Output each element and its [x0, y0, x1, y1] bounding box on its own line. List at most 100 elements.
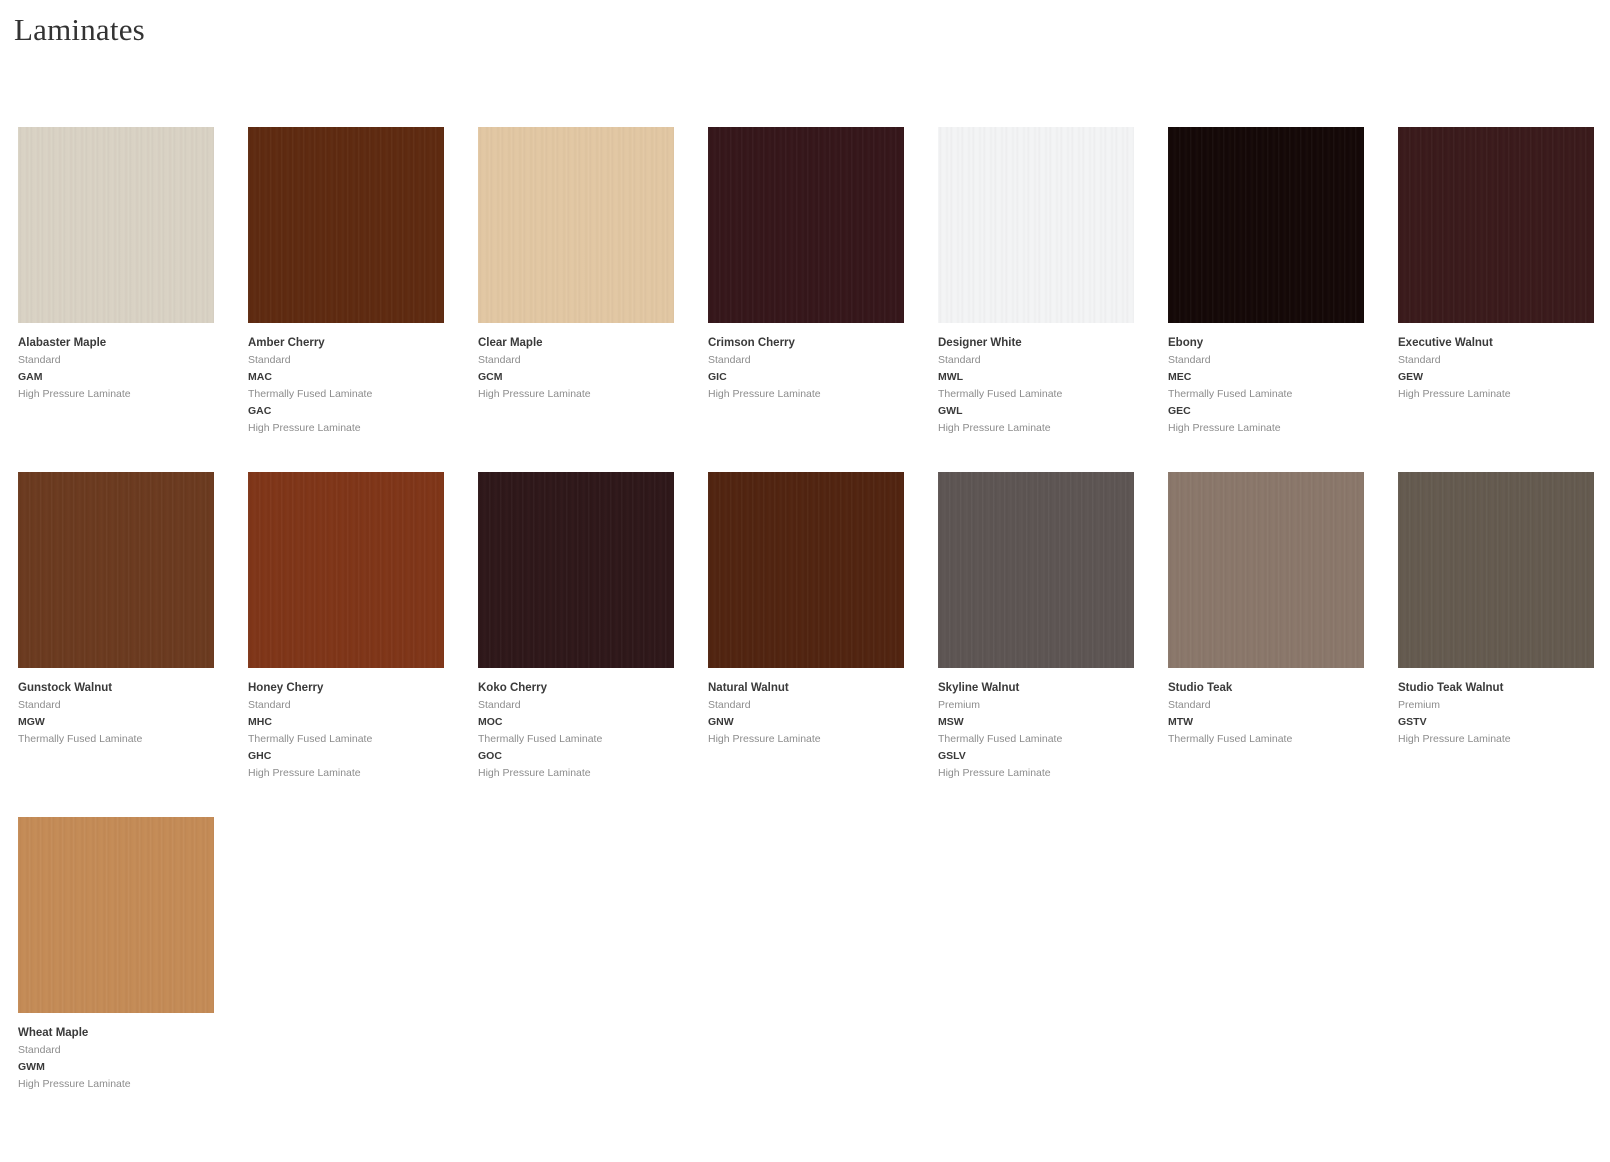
swatch-image[interactable]	[708, 127, 904, 323]
swatch-card[interactable]: Koko Cherry Standard MOC Thermally Fused La…	[478, 472, 674, 817]
swatch-image[interactable]	[1168, 127, 1364, 323]
swatch-image[interactable]	[1398, 472, 1594, 668]
swatch-code: MWL	[938, 371, 964, 383]
swatch-grade: Standard	[18, 1044, 61, 1056]
swatch-card[interactable]: Crimson Cherry Standard GIC High Pressure L…	[708, 127, 904, 472]
swatch-code: GAM	[18, 371, 43, 383]
swatch-laminate-type: Thermally Fused Laminate	[478, 733, 603, 745]
swatch-laminate-type: Thermally Fused Laminate	[938, 388, 1063, 400]
swatch-info: Amber Cherry Standard MAC Thermally Fused L…	[248, 336, 444, 435]
swatch-image[interactable]	[18, 127, 214, 323]
swatch-code: GHC	[248, 750, 272, 762]
swatch-code: GEC	[1168, 405, 1191, 417]
swatch-card[interactable]: Amber Cherry Standard MAC Thermally Fused L…	[248, 127, 444, 472]
swatch-code: GCM	[478, 371, 503, 383]
swatch-name: Amber Cherry	[248, 337, 325, 349]
swatch-grade: Standard	[248, 699, 291, 711]
swatch-name: Ebony	[1168, 337, 1204, 349]
swatch-image[interactable]	[18, 817, 214, 1013]
swatch-laminate-type: High Pressure Laminate	[18, 388, 131, 400]
swatch-grade: Standard	[938, 354, 981, 366]
swatch-grade: Standard	[1168, 699, 1211, 711]
swatch-laminate-type: High Pressure Laminate	[938, 767, 1051, 779]
swatch-image[interactable]	[478, 472, 674, 668]
swatch-image[interactable]	[938, 472, 1134, 668]
swatch-image[interactable]	[938, 127, 1134, 323]
swatch-name: Clear Maple	[478, 337, 543, 349]
swatch-card[interactable]: Natural Walnut Standard GNW High Pressure L…	[708, 472, 904, 817]
swatch-name: Gunstock Walnut	[18, 682, 113, 694]
swatch-laminate-type: Thermally Fused Laminate	[248, 388, 373, 400]
swatch-name: Koko Cherry	[478, 682, 548, 694]
swatch-code: GSLV	[938, 750, 966, 762]
swatch-image[interactable]	[708, 472, 904, 668]
swatch-grid: Alabaster Maple Standard GAM High Pressure …	[18, 127, 1594, 1162]
swatch-name: Skyline Walnut	[938, 682, 1020, 694]
swatch-card[interactable]: Designer White Standard MWL Thermally Fused…	[938, 127, 1134, 472]
swatch-name: Natural Walnut	[708, 682, 789, 694]
swatch-name: Executive Walnut	[1398, 337, 1493, 349]
swatch-code: GIC	[708, 371, 727, 383]
swatch-image[interactable]	[1398, 127, 1594, 323]
swatch-image[interactable]	[248, 127, 444, 323]
swatch-code: MTW	[1168, 716, 1194, 728]
swatch-image[interactable]	[18, 472, 214, 668]
swatch-code: MOC	[478, 716, 503, 728]
swatch-card[interactable]: Wheat Maple Standard GWM High Pressure Lami…	[18, 817, 214, 1162]
swatch-laminate-type: High Pressure Laminate	[1398, 388, 1511, 400]
swatch-grade: Standard	[1398, 354, 1441, 366]
swatch-card[interactable]: Ebony Standard MEC Thermally Fused Laminate…	[1168, 127, 1364, 472]
page-title: Laminates	[14, 12, 145, 47]
swatch-name: Designer White	[938, 337, 1022, 349]
swatch-card[interactable]: Honey Cherry Standard MHC Thermally Fused L…	[248, 472, 444, 817]
swatch-info: Designer White Standard MWL Thermally Fused…	[938, 336, 1134, 435]
swatch-code: GOC	[478, 750, 502, 762]
swatch-card[interactable]: Alabaster Maple Standard GAM High Pressure …	[18, 127, 214, 472]
swatch-grade: Standard	[248, 354, 291, 366]
swatch-grade: Standard	[708, 699, 751, 711]
swatch-laminate-type: Thermally Fused Laminate	[1168, 733, 1293, 745]
swatch-code: GWL	[938, 405, 963, 417]
swatch-laminate-type: Thermally Fused Laminate	[248, 733, 373, 745]
swatch-laminate-type: Thermally Fused Laminate	[938, 733, 1063, 745]
swatch-code: GWM	[18, 1061, 45, 1073]
swatch-info: Studio Teak Standard MTW Thermally Fused La…	[1168, 681, 1364, 746]
swatch-name: Alabaster Maple	[18, 337, 107, 349]
swatch-code: GAC	[248, 405, 272, 417]
swatch-name: Honey Cherry	[248, 682, 324, 694]
swatch-info: Skyline Walnut Premium MSW Thermally Fused …	[938, 681, 1134, 780]
swatch-info: Studio Teak Walnut Premium GSTV High Pressu…	[1398, 681, 1594, 746]
swatch-card[interactable]: Skyline Walnut Premium MSW Thermally Fused …	[938, 472, 1134, 817]
swatch-info: Honey Cherry Standard MHC Thermally Fused L…	[248, 681, 444, 780]
swatch-laminate-type: High Pressure Laminate	[1398, 733, 1511, 745]
swatch-info: Crimson Cherry Standard GIC High Pressure L…	[708, 336, 904, 401]
swatch-info: Koko Cherry Standard MOC Thermally Fused La…	[478, 681, 674, 780]
swatch-laminate-type: High Pressure Laminate	[248, 422, 361, 434]
swatch-info: Clear Maple Standard GCM High Pressure Lami…	[478, 336, 674, 401]
swatch-grade: Standard	[18, 354, 61, 366]
swatch-code: GSTV	[1398, 716, 1427, 728]
swatch-image[interactable]	[1168, 472, 1364, 668]
swatch-laminate-type: High Pressure Laminate	[478, 767, 591, 779]
swatch-name: Wheat Maple	[18, 1027, 89, 1039]
swatch-card[interactable]: Clear Maple Standard GCM High Pressure Lami…	[478, 127, 674, 472]
swatch-image[interactable]	[248, 472, 444, 668]
swatch-laminate-type: High Pressure Laminate	[938, 422, 1051, 434]
swatch-card[interactable]: Studio Teak Standard MTW Thermally Fused La…	[1168, 472, 1364, 817]
swatch-laminate-type: High Pressure Laminate	[708, 388, 821, 400]
swatch-card[interactable]: Gunstock Walnut Standard MGW Thermally Fuse…	[18, 472, 214, 817]
swatch-laminate-type: Thermally Fused Laminate	[1168, 388, 1293, 400]
swatch-code: MAC	[248, 371, 272, 383]
swatch-card[interactable]: Studio Teak Walnut Premium GSTV High Pressu…	[1398, 472, 1594, 817]
swatch-grade: Premium	[938, 699, 981, 711]
swatch-name: Crimson Cherry	[708, 337, 795, 349]
swatch-code: MEC	[1168, 371, 1192, 383]
swatch-image[interactable]	[478, 127, 674, 323]
swatch-grade: Standard	[18, 699, 61, 711]
swatch-grade: Standard	[708, 354, 751, 366]
swatch-info: Ebony Standard MEC Thermally Fused Laminate…	[1168, 336, 1364, 435]
swatch-card[interactable]: Executive Walnut Standard GEW High Pressure…	[1398, 127, 1594, 472]
swatch-info: Gunstock Walnut Standard MGW Thermally Fuse…	[18, 681, 214, 746]
swatch-info: Alabaster Maple Standard GAM High Pressure …	[18, 336, 214, 401]
swatch-code: GEW	[1398, 371, 1424, 383]
